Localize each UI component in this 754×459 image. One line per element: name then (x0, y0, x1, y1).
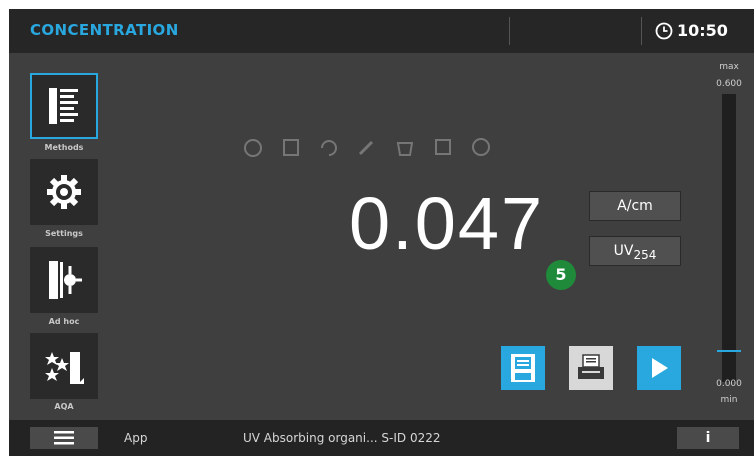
sidebar-item-aqa[interactable] (30, 333, 98, 399)
clock-icon (655, 22, 673, 39)
sidebar-item-label: Ad hoc (48, 317, 80, 326)
hamburger-icon (54, 431, 74, 445)
screen: CONCENTRATION 10:50 Methods Settings Ad … (9, 9, 754, 456)
sample-id: S-ID 0222 (381, 431, 441, 445)
recycle-icon (317, 135, 341, 159)
flask-icon (241, 135, 265, 159)
edit-icon (431, 135, 455, 159)
floppy-icon (511, 354, 535, 382)
method-name: UV Absorbing organi... (243, 431, 378, 445)
info-button[interactable]: i (677, 427, 739, 449)
sidebar-item-settings[interactable] (30, 159, 98, 225)
scale-max-value: 0.600 (716, 79, 742, 89)
unit-button[interactable]: A/cm (589, 191, 681, 221)
clock-time: 10:50 (677, 21, 728, 40)
print-button[interactable] (569, 346, 613, 390)
footer-bar: App UV Absorbing organi... S-ID 0222 i (9, 420, 754, 456)
method-icon-row (241, 135, 601, 165)
page-title: CONCENTRATION (30, 21, 179, 39)
scale-level-marker (717, 350, 741, 352)
gear-icon (47, 175, 81, 209)
clock: 10:50 (655, 21, 728, 40)
parameter-label: UV (613, 243, 634, 259)
start-button[interactable] (637, 346, 681, 390)
sidebar-item-label: Settings (45, 229, 83, 238)
method-status: UV Absorbing organi... S-ID 0222 (243, 431, 441, 445)
pot-icon (393, 135, 417, 159)
save-button[interactable] (501, 346, 545, 390)
scale-max-label: max (719, 62, 739, 72)
header-bar: CONCENTRATION 10:50 (9, 9, 754, 53)
methods-list-icon (49, 88, 78, 124)
scale-min-value: 0.000 (716, 379, 742, 389)
measurement-value: 0.047 (349, 182, 545, 265)
printer-icon (578, 354, 604, 379)
parameter-wavelength: 254 (633, 247, 657, 262)
sidebar-item-label: Methods (44, 143, 84, 152)
sidebar-item-ad-hoc[interactable] (30, 247, 98, 313)
parameter-button[interactable]: UV254 (589, 236, 681, 266)
sidebar-item-label: AQA (54, 402, 74, 411)
app-label: App (124, 431, 148, 445)
menu-button[interactable] (30, 427, 98, 449)
play-icon (652, 358, 668, 378)
scale-min-label: min (720, 395, 738, 405)
header-divider (509, 17, 510, 45)
scale-bar (722, 94, 736, 382)
pipette-icon (355, 135, 379, 159)
ad-hoc-icon (49, 261, 82, 299)
container-icon (279, 135, 303, 159)
stars-aqa-icon (45, 352, 84, 384)
header-divider (641, 17, 642, 45)
callout-badge: 5 (546, 260, 576, 290)
ph-icon (469, 135, 493, 159)
sidebar-item-methods[interactable] (30, 73, 98, 139)
